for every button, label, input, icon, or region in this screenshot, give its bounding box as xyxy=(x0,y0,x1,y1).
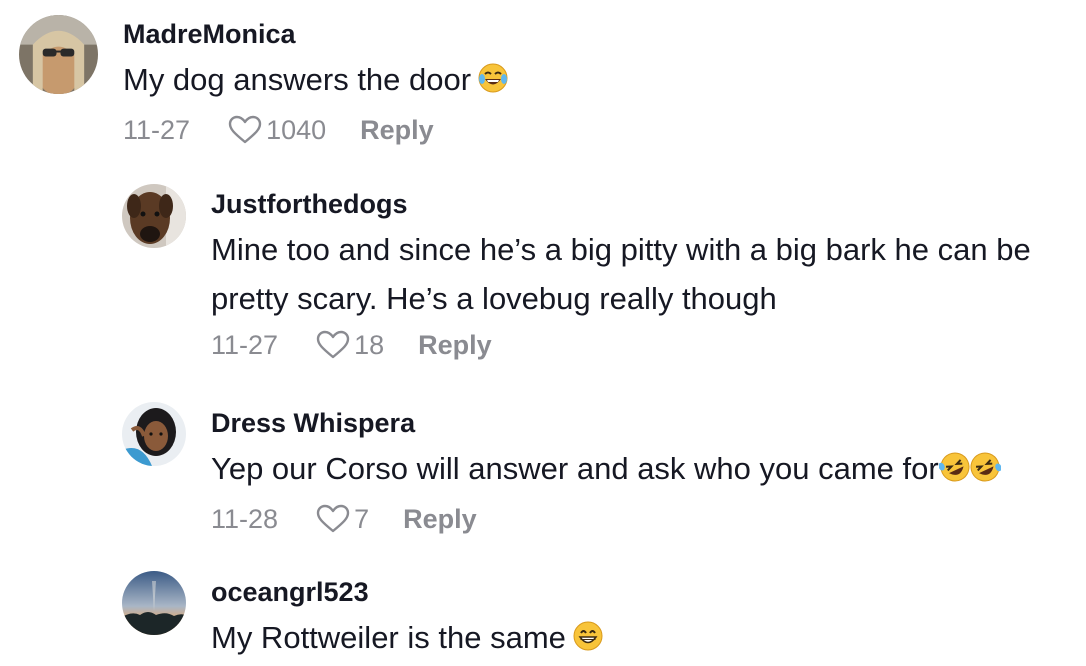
like-button[interactable]: 18 xyxy=(316,330,384,361)
like-count: 18 xyxy=(354,329,385,360)
grinning-emoji-icon xyxy=(572,617,604,666)
comment-meta: 11-27 1040 Reply xyxy=(123,110,1066,150)
comment-username[interactable]: Dress Whispera xyxy=(211,407,1066,439)
comment-body: oceangrl523 My Rottweiler is the same xyxy=(211,576,1066,666)
like-button[interactable]: 1040 xyxy=(228,115,326,146)
heart-outline-icon xyxy=(228,115,262,144)
comment-text: My dog answers the door xyxy=(123,55,1066,108)
comment-body: MadreMonica My dog answers the door 11-2… xyxy=(123,18,1066,150)
comment-meta: 11-27 18 Reply xyxy=(211,325,1066,365)
comment-username[interactable]: oceangrl523 xyxy=(211,576,1066,608)
reply-button[interactable]: Reply xyxy=(403,504,477,535)
comment-text: Mine too and since he’s a big pitty with… xyxy=(211,232,1031,316)
comment-username[interactable]: Justforthedogs xyxy=(211,188,1066,220)
comment-text-content: Yep our Corso will answer and ask who yo… xyxy=(211,451,939,486)
comment-date: 11-28 xyxy=(211,503,279,534)
comment-date: 11-27 xyxy=(123,114,191,145)
comment-meta: 11-28 7 Reply xyxy=(211,499,1066,539)
like-count: 1040 xyxy=(266,114,327,145)
avatar[interactable] xyxy=(122,402,186,466)
heart-outline-icon xyxy=(316,330,350,359)
like-count: 7 xyxy=(354,503,370,534)
rolling-laughing-emoji-icon xyxy=(938,448,1002,497)
like-button[interactable]: 7 xyxy=(316,504,369,535)
comment-text-content: My dog answers the door xyxy=(123,62,472,97)
avatar[interactable] xyxy=(19,15,98,94)
comment-text: Yep our Corso will answer and ask who yo… xyxy=(211,444,1066,497)
reply-button[interactable]: Reply xyxy=(360,115,434,146)
comment-text-content: My Rottweiler is the same xyxy=(211,620,566,655)
comment-date: 11-27 xyxy=(211,329,279,360)
avatar[interactable] xyxy=(122,184,186,248)
laughing-tears-emoji-icon xyxy=(477,59,509,108)
heart-outline-icon xyxy=(316,504,350,533)
comment-username[interactable]: MadreMonica xyxy=(123,18,1066,50)
comment-body: Dress Whispera Yep our Corso will answer… xyxy=(211,407,1066,539)
comment-text: My Rottweiler is the same xyxy=(211,613,1066,666)
reply-button[interactable]: Reply xyxy=(418,330,492,361)
avatar[interactable] xyxy=(122,571,186,635)
comment-body: Justforthedogs Mine too and since he’s a… xyxy=(211,188,1066,365)
